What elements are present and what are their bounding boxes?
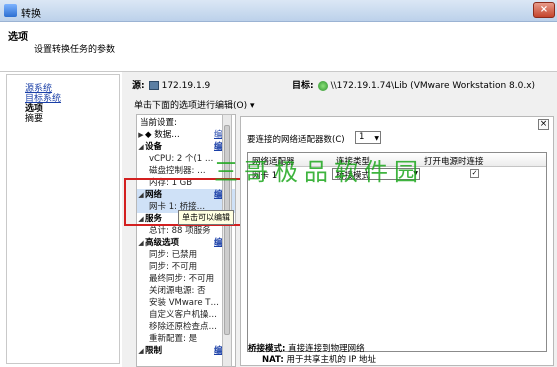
page-header: 选项 设置转换任务的参数 [0, 22, 557, 72]
tree-scrollbar-thumb[interactable] [224, 125, 230, 335]
tree-row-final-sync[interactable]: 最终同步: 不可用 [137, 273, 235, 285]
tree-row-reconfigure[interactable]: 重新配置: 是 [137, 333, 235, 345]
tree-section-label: 高级选项 [145, 238, 180, 248]
collapse-arrow-icon[interactable]: ◢ [137, 141, 145, 153]
column-header-connection-type[interactable]: 连接类型 [336, 155, 370, 167]
nat-label: NAT: [262, 355, 284, 365]
tree-section-limits[interactable]: ◢限制 编辑 [137, 345, 235, 357]
chevron-down-icon: ▼ [413, 170, 418, 177]
tree-row-sync[interactable]: 同步: 已禁用 [137, 249, 235, 261]
target-label: 目标: [292, 81, 314, 91]
window-title: 转换 [21, 9, 41, 20]
tree-row-disk-controller[interactable]: 磁盘控制器: … [137, 165, 235, 177]
nic-table-header: 网络适配器 连接类型 打开电源时连接 [248, 153, 546, 167]
tree-row-data[interactable]: ▶◆ 数据… 编辑 [137, 129, 235, 141]
tree-row-sync-2[interactable]: 同步: 不可用 [137, 261, 235, 273]
close-panel-icon[interactable]: × [538, 119, 549, 130]
wizard-steps-nav: 源系统 目标系统 选项 摘要 [6, 74, 120, 364]
tree-row-vcpu[interactable]: vCPU: 2 个(1 … [137, 153, 235, 165]
source-value: 172.19.1.9 [161, 81, 211, 91]
tree-header: 当前设置: [140, 118, 177, 128]
tree-section-advanced[interactable]: ◢高级选项 编辑 [137, 237, 235, 249]
window-titlebar: 转换 × [0, 0, 557, 22]
tree-row-remove-checkpoints[interactable]: 移除还原检查点… [137, 321, 235, 333]
source-info: 源: 172.19.1.9 [132, 78, 210, 91]
connection-type-value: 桥接模式 [336, 171, 371, 181]
collapse-arrow-icon[interactable]: ◢ [137, 237, 145, 249]
expand-arrow-icon[interactable]: ▶ [137, 129, 145, 141]
column-header-adapter[interactable]: 网络适配器 [252, 155, 295, 167]
tree-row-power-off-source[interactable]: 关闭源电源: 否 [137, 285, 235, 297]
connect-at-power-on-checkbox[interactable]: ✓ [470, 169, 479, 178]
nat-desc: 用于共享主机的 IP 地址 [286, 355, 377, 365]
tree-scrollbar[interactable] [222, 114, 232, 367]
table-row[interactable]: 网卡 1 桥接模式 ▼ ✓ [248, 167, 546, 181]
nic-count-select[interactable]: 1 ▼ [355, 131, 381, 144]
network-share-icon [317, 80, 328, 91]
tree-section-label: 设备 [145, 142, 163, 152]
tree-row-label: ◆ 数据… [145, 130, 180, 140]
nat-info: NAT: 用于共享主机的 IP 地址 [262, 353, 376, 365]
target-info: 目标: \\172.19.1.74\Lib (VMware Workstation… [292, 78, 535, 91]
page-title: 选项 [8, 32, 28, 43]
edit-tooltip: 单击可以编辑 [178, 210, 234, 225]
tree-section-label: 限制 [145, 346, 163, 356]
edit-options-hint[interactable]: 单击下面的选项进行编辑(O) ▾ [134, 98, 255, 111]
page-subtitle: 设置转换任务的参数 [34, 45, 116, 55]
connection-type-select[interactable]: 桥接模式 ▼ [332, 168, 420, 181]
nic-count-label: 要连接的网络适配器数(C) [247, 135, 345, 145]
target-value: \\172.19.1.74\Lib (VMware Workstation 8.… [330, 81, 536, 91]
tree-section-devices[interactable]: ◢设备 编辑 [137, 141, 235, 153]
column-header-connect-at-power-on[interactable]: 打开电源时连接 [424, 155, 484, 167]
nic-count-value: 1 [359, 132, 365, 142]
nav-item-summary: 摘要 [25, 114, 44, 124]
server-icon [148, 81, 159, 90]
nic-table: 网络适配器 连接类型 打开电源时连接 网卡 1 桥接模式 ▼ ✓ [247, 152, 547, 352]
network-settings-panel: × 要连接的网络适配器数(C) 1 ▼ 网络适配器 连接类型 打开电源时连接 网… [240, 116, 554, 366]
chevron-down-icon: ▼ [374, 135, 379, 142]
tree-row-customize-guest[interactable]: 自定义客户机操… [137, 309, 235, 321]
source-label: 源: [132, 81, 145, 91]
converter-app-icon [4, 4, 17, 17]
tree-row-install-tools[interactable]: 安装 VMware T… [137, 297, 235, 309]
settings-tree: 当前设置: ▶◆ 数据… 编辑 ◢设备 编辑 vCPU: 2 个(1 … 磁盘控… [136, 114, 236, 367]
collapse-arrow-icon[interactable]: ◢ [137, 345, 145, 357]
tree-row-services-total[interactable]: 总计: 88 项服务 [137, 225, 235, 237]
nic-adapter-name: 网卡 1 [252, 171, 278, 181]
close-window-button[interactable]: × [533, 2, 555, 18]
